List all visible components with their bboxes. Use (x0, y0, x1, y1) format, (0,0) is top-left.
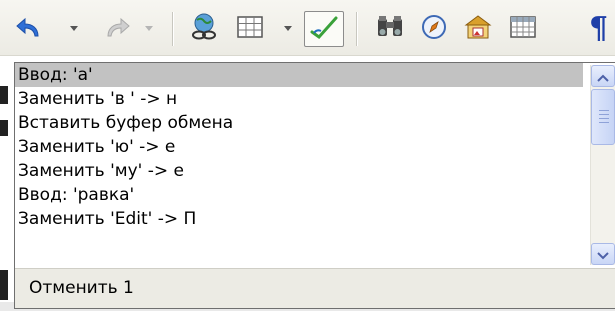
standard-toolbar: ¶ (0, 0, 615, 56)
redo-icon (102, 16, 132, 46)
document-text-fragment (0, 270, 8, 300)
chevron-up-icon (597, 67, 609, 86)
list-item[interactable]: Ввод: 'а' (15, 63, 583, 87)
undo-icon (14, 16, 44, 46)
table-dropdown-arrow[interactable] (284, 26, 292, 31)
grip-line (599, 114, 609, 115)
grip-line (599, 122, 609, 123)
list-item[interactable]: Ввод: 'равка' (15, 183, 583, 207)
scroll-down-button[interactable] (591, 243, 615, 265)
vertical-scrollbar[interactable] (590, 65, 615, 265)
undo-list-popup: Ввод: 'а' Заменить 'в ' -> н Вставить бу… (14, 62, 615, 309)
redo-button[interactable] (96, 12, 142, 46)
table-button[interactable] (232, 12, 268, 46)
document-text-fragment (0, 120, 8, 136)
document-text-fragment (0, 86, 8, 104)
scroll-thumb[interactable] (591, 89, 615, 145)
list-item[interactable]: Заменить 'в ' -> н (15, 87, 583, 111)
compass-icon (420, 13, 448, 45)
draw-functions-button[interactable] (304, 11, 344, 47)
scroll-up-button[interactable] (591, 65, 615, 87)
binoculars-icon (375, 14, 405, 44)
formatting-marks-button[interactable]: ¶ (582, 12, 615, 46)
table-icon (237, 16, 263, 42)
grip-line (599, 118, 609, 119)
pencil-check-icon (309, 14, 339, 44)
globe-link-icon (189, 12, 219, 46)
list-item[interactable]: Заменить 'ю' -> е (15, 135, 583, 159)
data-sources-button[interactable] (505, 12, 541, 46)
undo-count-status: Отменить 1 (15, 268, 615, 308)
undo-dropdown-arrow[interactable] (70, 26, 78, 31)
find-replace-button[interactable] (372, 12, 408, 46)
grid-icon (510, 16, 536, 42)
hyperlink-button[interactable] (186, 12, 222, 46)
gallery-icon (464, 14, 492, 44)
navigator-button[interactable] (416, 12, 452, 46)
toolbar-separator (172, 12, 174, 46)
pilcrow-icon: ¶ (588, 11, 609, 46)
grip-line (599, 110, 609, 111)
undo-action-list[interactable]: Ввод: 'а' Заменить 'в ' -> н Вставить бу… (15, 63, 583, 267)
app-window: ¶ Ввод: 'а' Заменить 'в ' -> н Вставить … (0, 0, 615, 311)
list-item[interactable]: Заменить 'Edit' -> П (15, 207, 583, 231)
list-item[interactable]: Заменить 'му' -> е (15, 159, 583, 183)
chevron-down-icon (597, 245, 609, 264)
list-item[interactable]: Вставить буфер обмена (15, 111, 583, 135)
toolbar-separator (356, 12, 358, 46)
redo-dropdown-arrow[interactable] (145, 26, 153, 31)
undo-button[interactable] (8, 12, 54, 46)
gallery-button[interactable] (460, 12, 496, 46)
